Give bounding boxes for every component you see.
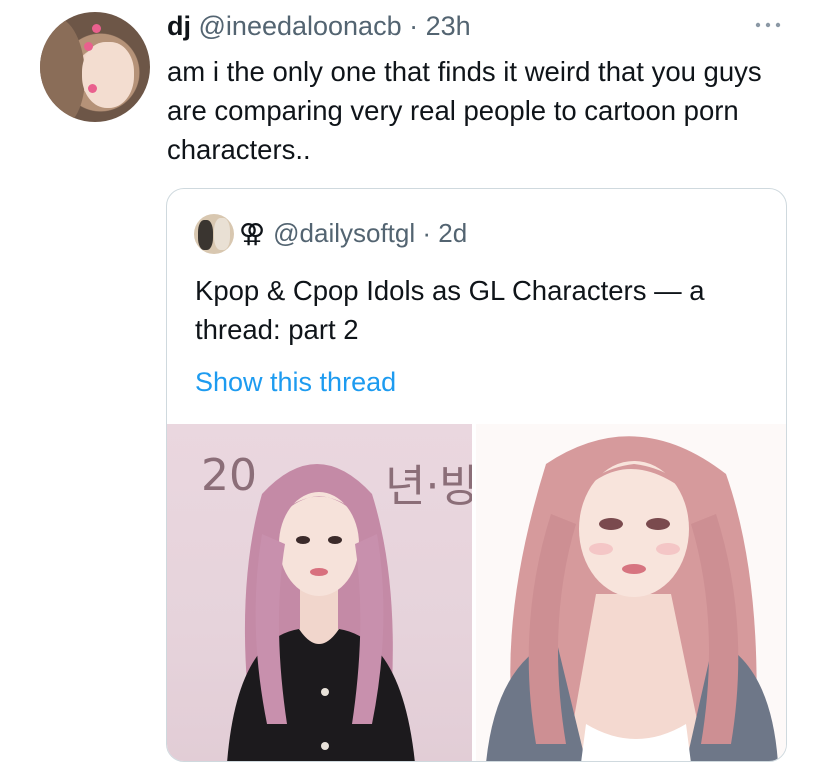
user-avatar[interactable] [40,12,150,122]
photo-idol[interactable]: 20 년·방 [167,424,472,761]
backdrop-text: 20 [201,450,257,501]
media-grid[interactable]: 20 년·방 [167,424,786,761]
photo-illustration[interactable] [476,424,786,761]
quoted-separator: · [415,218,439,248]
quoted-timestamp[interactable]: 2d [438,218,467,248]
timestamp[interactable]: 23h [426,11,471,41]
quote-tweet-card[interactable]: ⚢ @dailysoftgl · 2d Kpop & Cpop Idols as … [166,188,787,762]
tweet-header: dj @ineedaloonacb · 23h [167,8,471,44]
quoted-handle[interactable]: @dailysoftgl [273,218,415,248]
more-horizontal-icon[interactable] [748,10,788,40]
quoted-tweet-text: Kpop & Cpop Idols as GL Characters — a t… [195,275,705,345]
show-thread-link[interactable]: Show this thread [195,364,396,400]
tweet-text: am i the only one that finds it weird th… [167,56,762,165]
quoted-tweet-header: ⚢ @dailysoftgl · 2d [239,215,467,251]
quoted-user-avatar[interactable] [194,214,234,254]
display-name[interactable]: dj [167,11,191,41]
handle[interactable]: @ineedaloonacb [199,11,402,41]
backdrop-text-2: 년·방 [385,461,472,512]
separator: · [401,11,426,41]
quoted-display-name-glyph[interactable]: ⚢ [239,218,265,248]
tweet[interactable]: dj @ineedaloonacb · 23h am i the only on… [0,0,827,774]
